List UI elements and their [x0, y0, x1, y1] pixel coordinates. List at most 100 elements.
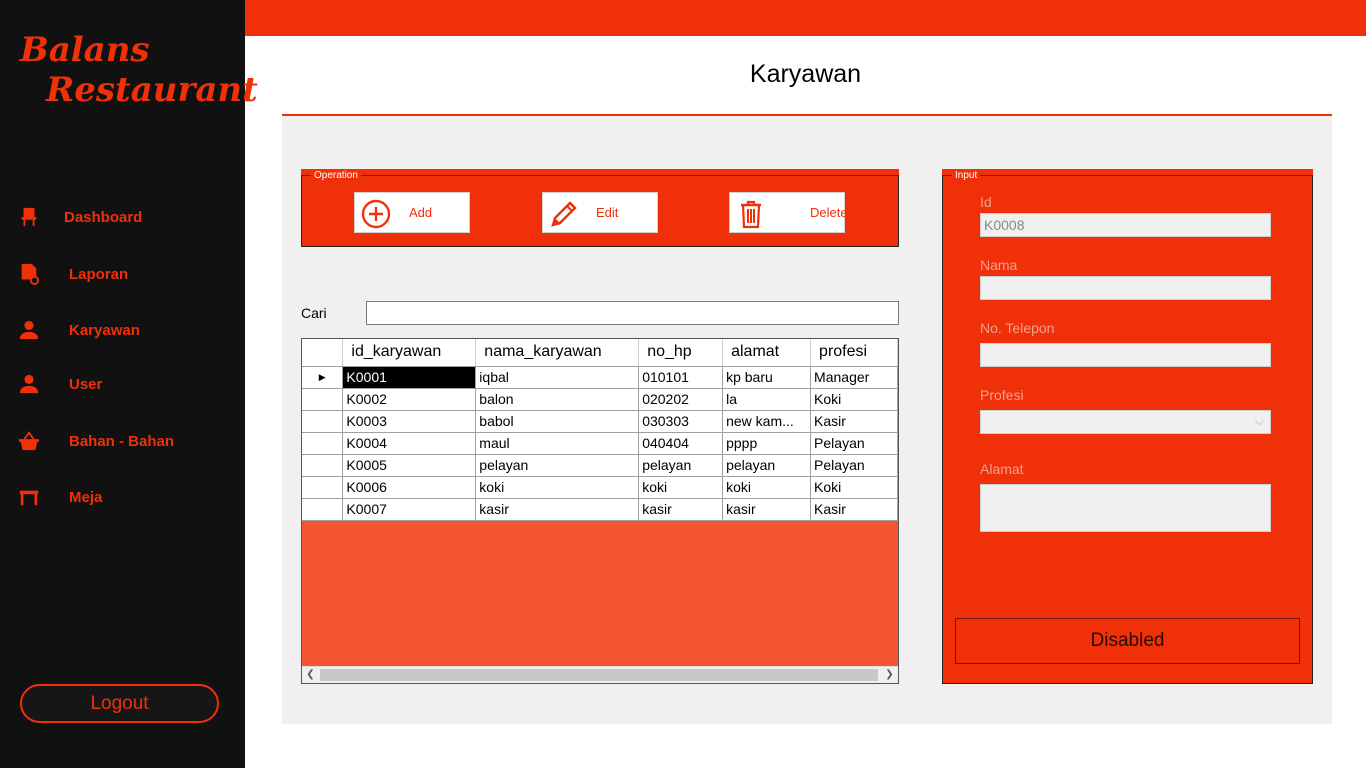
row-header[interactable] — [302, 388, 344, 411]
table-cell[interactable]: K0007 — [342, 498, 477, 521]
table-cell[interactable]: K0001 — [342, 366, 477, 389]
table-cell[interactable]: babol — [475, 410, 640, 433]
table-cell[interactable]: kasir — [638, 498, 724, 521]
table-cell[interactable]: pelayan — [475, 454, 640, 477]
table-icon — [19, 490, 39, 506]
table-cell[interactable]: 030303 — [638, 410, 724, 433]
table-cell[interactable]: la — [722, 388, 812, 411]
table-cell[interactable]: Pelayan — [810, 454, 898, 477]
chevron-down-icon[interactable]: ⌵ — [1255, 414, 1264, 429]
table-cell[interactable]: maul — [475, 432, 640, 455]
profesi-select[interactable]: ⌵ — [980, 410, 1271, 434]
sidebar-item-meja[interactable]: Meja — [18, 482, 102, 512]
brand-line-2: Restaurant — [46, 70, 258, 110]
delete-button[interactable]: Delete — [729, 192, 848, 233]
row-header[interactable] — [302, 498, 344, 521]
table-cell[interactable]: pelayan — [722, 454, 812, 477]
table-cell[interactable]: K0003 — [342, 410, 477, 433]
sidebar-item-dashboard[interactable]: Dashboard — [18, 202, 142, 232]
pencil-icon — [551, 201, 577, 227]
table-cell[interactable]: balon — [475, 388, 640, 411]
table-cell[interactable]: pelayan — [638, 454, 724, 477]
sidebar-item-laporan[interactable]: Laporan — [18, 259, 128, 289]
table-cell[interactable]: Manager — [810, 366, 898, 389]
scroll-right-icon[interactable]: ❯ — [881, 667, 898, 683]
column-header[interactable]: nama_karyawan — [475, 339, 640, 367]
table-cell[interactable]: kp baru — [722, 366, 812, 389]
table-row[interactable]: K0005 pelayan pelayan pelayan Pelayan — [302, 454, 898, 477]
sidebar-item-bahan[interactable]: Bahan - Bahan — [18, 426, 174, 456]
table-cell[interactable]: K0006 — [342, 476, 477, 499]
top-bar — [245, 0, 1366, 36]
row-header[interactable] — [302, 410, 344, 433]
row-header[interactable] — [302, 432, 344, 455]
table-row[interactable]: ▶ K0001 iqbal 010101 kp baru Manager — [302, 366, 898, 389]
column-header[interactable]: no_hp — [638, 339, 724, 367]
chair-icon — [21, 207, 37, 227]
sidebar: Balans Restaurant Dashboard Laporan Kary… — [0, 0, 258, 768]
page-title: Karyawan — [749, 60, 862, 88]
table-cell[interactable]: koki — [638, 476, 724, 499]
edit-button-label: Edit — [596, 205, 619, 220]
table-cell[interactable]: koki — [475, 476, 640, 499]
report-icon — [21, 263, 40, 285]
row-header[interactable] — [302, 454, 344, 477]
table-cell[interactable]: Kasir — [810, 410, 898, 433]
table-cell[interactable]: K0002 — [342, 388, 477, 411]
operation-legend: Operation — [311, 169, 361, 182]
table-row[interactable]: K0004 maul 040404 pppp Pelayan — [302, 432, 898, 455]
sidebar-item-label: Bahan - Bahan — [69, 432, 175, 450]
table-cell[interactable]: K0004 — [342, 432, 477, 455]
table-header-row: id_karyawan nama_karyawan no_hp alamat p… — [302, 339, 898, 367]
row-header[interactable] — [302, 476, 344, 499]
table-cell[interactable]: 020202 — [638, 388, 724, 411]
edit-button[interactable]: Edit — [542, 192, 658, 233]
sidebar-item-user[interactable]: User — [18, 369, 102, 399]
search-input[interactable] — [366, 301, 899, 325]
scroll-left-icon[interactable]: ❮ — [302, 667, 319, 683]
table-cell[interactable]: 010101 — [638, 366, 724, 389]
table-cell[interactable]: kasir — [475, 498, 640, 521]
submit-button[interactable]: Disabled — [955, 618, 1300, 664]
table-cell[interactable]: Koki — [810, 388, 898, 411]
sidebar-item-label: Laporan — [69, 265, 129, 283]
column-header[interactable]: id_karyawan — [342, 339, 477, 367]
alamat-field[interactable] — [980, 484, 1271, 532]
profesi-label: Profesi — [980, 387, 1024, 403]
table-cell[interactable]: pppp — [722, 432, 812, 455]
id-field[interactable]: K0008 — [980, 213, 1271, 237]
table-cell[interactable]: new kam... — [722, 410, 812, 433]
brand-line-1: Balans — [20, 30, 150, 70]
sidebar-item-label: Dashboard — [64, 208, 143, 226]
table-cell[interactable]: 040404 — [638, 432, 724, 455]
row-header-corner — [302, 339, 344, 367]
column-header[interactable]: profesi — [810, 339, 898, 367]
scrollbar-thumb[interactable] — [320, 669, 878, 681]
basket-icon — [18, 431, 40, 451]
telepon-label: No. Telepon — [980, 320, 1055, 336]
horizontal-scrollbar[interactable]: ❮ ❯ — [302, 666, 898, 683]
search-label: Cari — [301, 305, 327, 321]
logout-button[interactable]: Logout — [20, 684, 219, 723]
table-cell[interactable]: Koki — [810, 476, 898, 499]
table-row[interactable]: K0007 kasir kasir kasir Kasir — [302, 498, 898, 521]
table-row[interactable]: K0006 koki koki koki Koki — [302, 476, 898, 499]
brand-logo: Balans Restaurant — [20, 30, 258, 110]
employee-data-grid[interactable]: id_karyawan nama_karyawan no_hp alamat p… — [301, 338, 899, 684]
sidebar-item-label: Meja — [69, 488, 103, 506]
telepon-field[interactable] — [980, 343, 1271, 367]
nama-field[interactable] — [980, 276, 1271, 300]
table-cell[interactable]: Pelayan — [810, 432, 898, 455]
table-cell[interactable]: kasir — [722, 498, 812, 521]
add-button[interactable]: Add — [354, 192, 470, 233]
table-cell[interactable]: Kasir — [810, 498, 898, 521]
table-row[interactable]: K0003 babol 030303 new kam... Kasir — [302, 410, 898, 433]
table-cell[interactable]: iqbal — [475, 366, 640, 389]
input-legend: Input — [952, 169, 981, 182]
trash-icon — [741, 200, 761, 229]
column-header[interactable]: alamat — [722, 339, 812, 367]
table-cell[interactable]: K0005 — [342, 454, 477, 477]
sidebar-item-karyawan[interactable]: Karyawan — [18, 315, 140, 345]
table-cell[interactable]: koki — [722, 476, 812, 499]
table-row[interactable]: K0002 balon 020202 la Koki — [302, 388, 898, 411]
